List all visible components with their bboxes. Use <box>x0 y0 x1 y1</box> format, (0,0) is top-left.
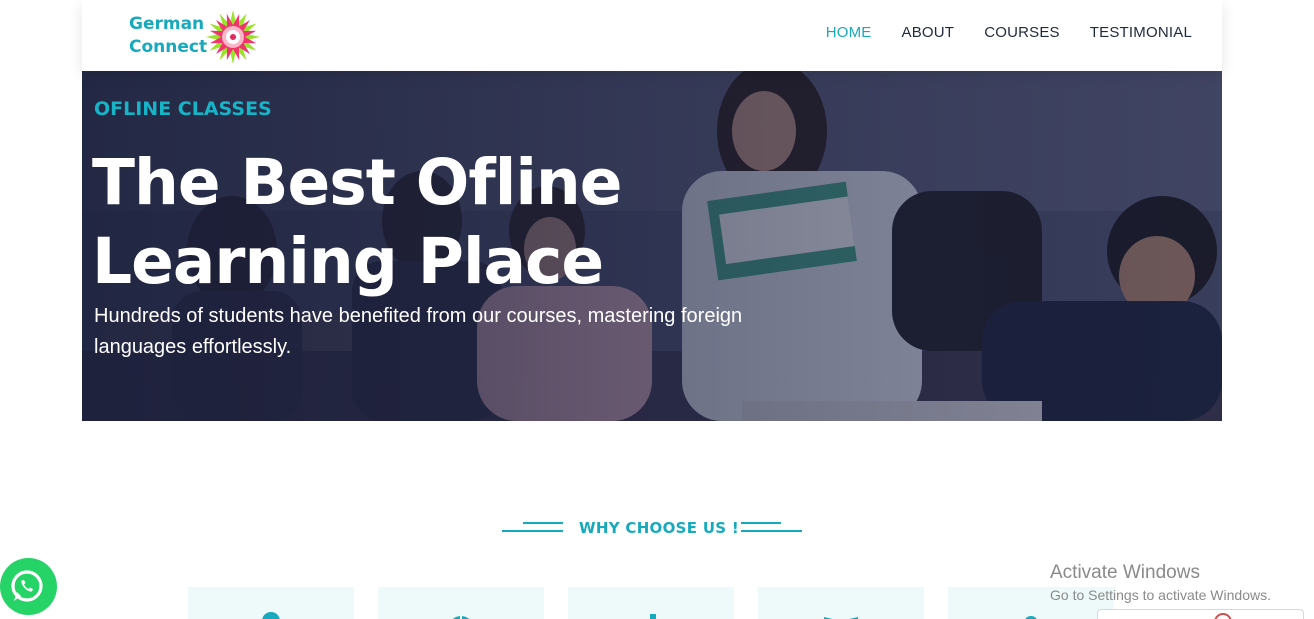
heading-decor-line <box>523 522 563 524</box>
globe-icon <box>452 616 470 619</box>
building-icon <box>650 614 656 619</box>
navbar: German Connect HOME ABOUT COURSES TESTIM… <box>82 0 1222 71</box>
heading-decor-line <box>741 530 802 532</box>
brand-name-line2: Connect <box>129 37 208 57</box>
user-icon <box>1025 616 1037 619</box>
floating-widget[interactable] <box>1097 609 1304 619</box>
brand-name: German Connect <box>129 13 207 59</box>
nav-courses[interactable]: COURSES <box>984 24 1060 41</box>
feature-card <box>568 587 734 619</box>
feature-card <box>378 587 544 619</box>
user-icon <box>262 612 280 619</box>
feature-card <box>188 587 354 619</box>
whatsapp-chat-button[interactable] <box>0 558 57 615</box>
book-icon <box>824 617 858 619</box>
activate-windows-title: Activate Windows <box>1050 562 1200 583</box>
heading-decor-line <box>502 530 563 532</box>
heading-decor-line <box>741 522 781 524</box>
activate-windows-subtitle: Go to Settings to activate Windows. <box>1050 587 1271 603</box>
hero-eyebrow: OFLINE CLASSES <box>94 98 272 120</box>
nav-about[interactable]: ABOUT <box>902 24 955 41</box>
nav-home[interactable]: HOME <box>826 24 872 41</box>
whatsapp-icon <box>11 570 43 602</box>
brand-logo-link[interactable]: German Connect <box>129 9 260 64</box>
why-choose-us-title: WHY CHOOSE US ! <box>579 519 740 537</box>
hero-banner: OFLINE CLASSES The Best Ofline Learning … <box>82 71 1222 421</box>
brand-name-line1: German <box>129 14 205 34</box>
nav-testimonial[interactable]: TESTIMONIAL <box>1090 24 1192 41</box>
hero-subtitle: Hundreds of students have benefited from… <box>94 305 743 358</box>
windows-activation-watermark: Activate Windows Go to Settings to activ… <box>1050 562 1271 605</box>
why-choose-us-heading: WHY CHOOSE US ! <box>502 517 802 541</box>
brand-logo-icon <box>206 10 260 64</box>
main-nav: HOME ABOUT COURSES TESTIMONIAL <box>826 24 1192 41</box>
feature-card <box>758 587 924 619</box>
hero-title: The Best Ofline Learning Place <box>92 146 623 298</box>
widget-icon <box>1214 613 1232 619</box>
